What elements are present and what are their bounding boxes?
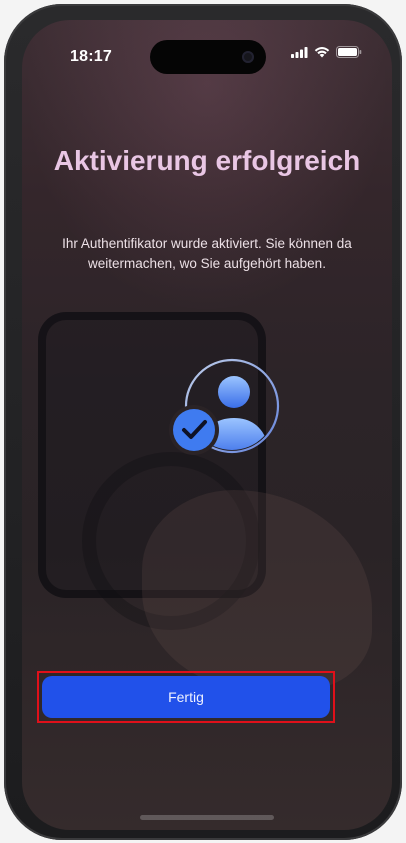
dynamic-island xyxy=(150,40,266,74)
user-verified-icon xyxy=(169,358,280,455)
status-icons xyxy=(291,46,362,58)
home-indicator[interactable] xyxy=(140,815,274,820)
battery-icon xyxy=(336,46,362,58)
page-title: Aktivierung erfolgreich xyxy=(53,145,361,176)
screen-reflection-hand xyxy=(142,490,372,690)
status-message: Ihr Authentifikator wurde aktiviert. Sie… xyxy=(62,236,352,271)
cellular-signal-icon xyxy=(291,46,308,58)
done-button[interactable]: Fertig xyxy=(42,676,330,718)
status-time: 18:17 xyxy=(70,48,112,65)
front-camera-icon xyxy=(242,51,254,63)
photo-background: 18:17 Aktivierung erfolgreich Ihr Authen… xyxy=(0,0,406,843)
wifi-icon xyxy=(314,47,330,58)
